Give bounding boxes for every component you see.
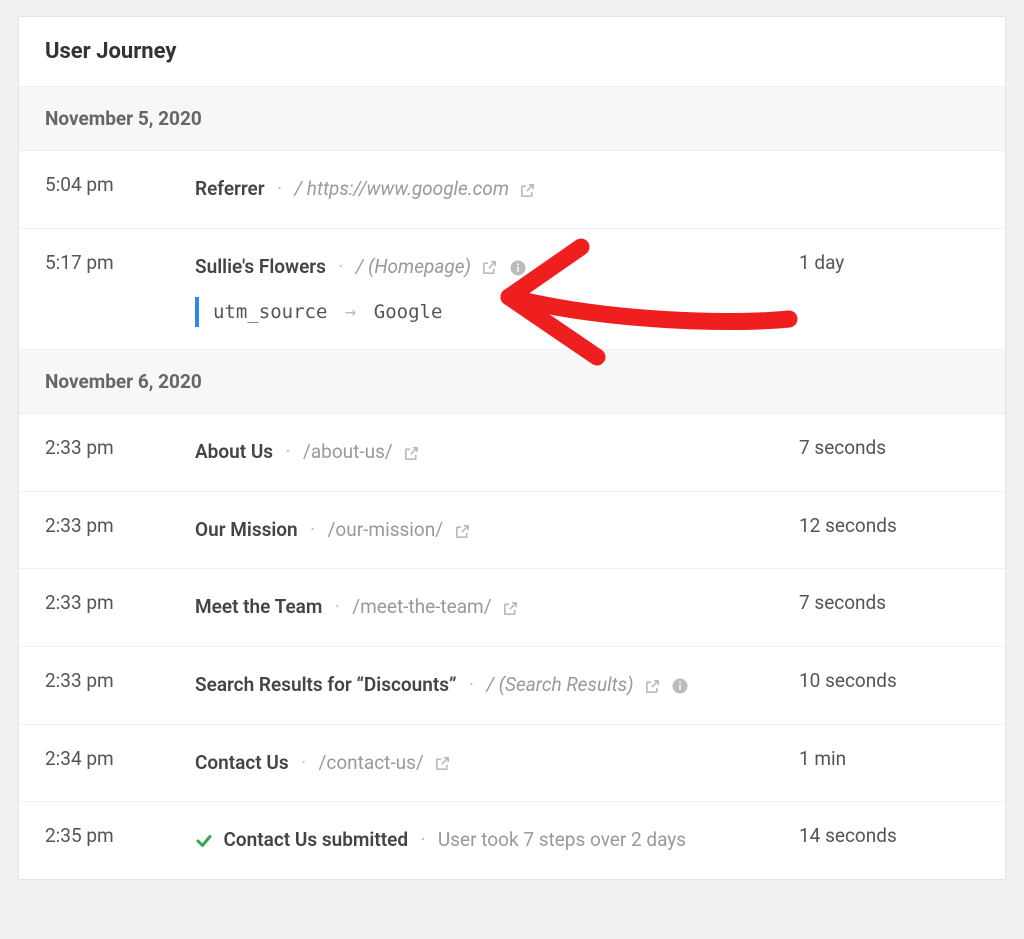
external-link-icon[interactable]: [403, 445, 420, 462]
journey-row: 2:33 pm About Us · /about-us/ 7 seconds: [19, 414, 1005, 492]
row-time: 2:33 pm: [45, 669, 195, 692]
row-time: 2:33 pm: [45, 514, 195, 537]
separator-dot: ·: [277, 177, 282, 200]
separator-dot: ·: [286, 440, 291, 463]
utm-block: utm_source → Google: [195, 297, 783, 327]
row-duration: 14 seconds: [799, 824, 979, 847]
row-main: Referrer · / https://www.google.com: [195, 173, 799, 206]
row-time: 5:04 pm: [45, 173, 195, 196]
row-title: Our Mission: [195, 518, 298, 541]
row-main: About Us · /about-us/: [195, 436, 799, 469]
row-main: Our Mission · /our-mission/: [195, 514, 799, 547]
date-header: November 6, 2020: [19, 350, 1005, 414]
row-path: /about-us/: [303, 440, 393, 463]
journey-row: 2:33 pm Meet the Team · /meet-the-team/ …: [19, 569, 1005, 647]
row-time: 5:17 pm: [45, 251, 195, 274]
date-header: November 5, 2020: [19, 87, 1005, 151]
info-icon[interactable]: [671, 677, 689, 695]
info-icon[interactable]: [509, 259, 527, 277]
journey-row: 2:33 pm Search Results for “Discounts” ·…: [19, 647, 1005, 725]
separator-dot: ·: [335, 595, 340, 618]
check-icon: [195, 832, 213, 850]
row-main: Search Results for “Discounts” · / (Sear…: [195, 669, 799, 702]
journey-row: 2:35 pm Contact Us submitted · User took…: [19, 802, 1005, 879]
row-time: 2:33 pm: [45, 591, 195, 614]
row-path: / https://www.google.com: [295, 177, 509, 200]
row-title: Contact Us submitted: [223, 828, 408, 851]
panel-title: User Journey: [45, 39, 979, 64]
row-main: Meet the Team · /meet-the-team/: [195, 591, 799, 624]
row-title: Search Results for “Discounts”: [195, 673, 457, 696]
separator-dot: ·: [469, 673, 474, 696]
separator-dot: ·: [301, 751, 306, 774]
external-link-icon[interactable]: [519, 182, 536, 199]
date-label: November 6, 2020: [45, 370, 202, 393]
row-description: User took 7 steps over 2 days: [438, 828, 686, 851]
panel-header: User Journey: [19, 17, 1005, 87]
row-path: / (Search Results): [486, 673, 633, 696]
row-duration: 10 seconds: [799, 669, 979, 692]
date-label: November 5, 2020: [45, 107, 202, 130]
row-title: Meet the Team: [195, 595, 322, 618]
utm-key: utm_source: [213, 301, 327, 323]
separator-dot: ·: [420, 828, 425, 851]
external-link-icon[interactable]: [434, 755, 451, 772]
arrow-right-icon: →: [345, 301, 356, 323]
separator-dot: ·: [310, 518, 315, 541]
row-main: Contact Us submitted · User took 7 steps…: [195, 824, 799, 857]
row-time: 2:34 pm: [45, 747, 195, 770]
journey-row: 2:33 pm Our Mission · /our-mission/ 12 s…: [19, 492, 1005, 570]
row-title: Referrer: [195, 177, 265, 200]
journey-row: 5:04 pm Referrer · / https://www.google.…: [19, 151, 1005, 229]
row-title: Contact Us: [195, 751, 289, 774]
row-path: / (Homepage): [356, 255, 471, 278]
row-duration: 12 seconds: [799, 514, 979, 537]
row-time: 2:33 pm: [45, 436, 195, 459]
row-time: 2:35 pm: [45, 824, 195, 847]
external-link-icon[interactable]: [481, 259, 498, 276]
row-path: /meet-the-team/: [352, 595, 491, 618]
row-duration: 1 day: [799, 251, 979, 274]
row-duration: 7 seconds: [799, 436, 979, 459]
row-main: Sullie's Flowers · / (Homepage) utm_sour…: [195, 251, 799, 328]
utm-value: Google: [374, 301, 443, 323]
row-duration: 7 seconds: [799, 591, 979, 614]
external-link-icon[interactable]: [502, 600, 519, 617]
row-title: About Us: [195, 440, 273, 463]
row-duration: 1 min: [799, 747, 979, 770]
user-journey-panel: User Journey November 5, 2020 5:04 pm Re…: [18, 16, 1006, 880]
row-path: /our-mission/: [328, 518, 444, 541]
row-title: Sullie's Flowers: [195, 255, 326, 278]
external-link-icon[interactable]: [454, 523, 471, 540]
row-path: /contact-us/: [319, 751, 424, 774]
external-link-icon[interactable]: [644, 678, 661, 695]
journey-row: 5:17 pm Sullie's Flowers · / (Homepage) …: [19, 229, 1005, 351]
separator-dot: ·: [338, 255, 343, 278]
journey-row: 2:34 pm Contact Us · /contact-us/ 1 min: [19, 725, 1005, 803]
row-main: Contact Us · /contact-us/: [195, 747, 799, 780]
